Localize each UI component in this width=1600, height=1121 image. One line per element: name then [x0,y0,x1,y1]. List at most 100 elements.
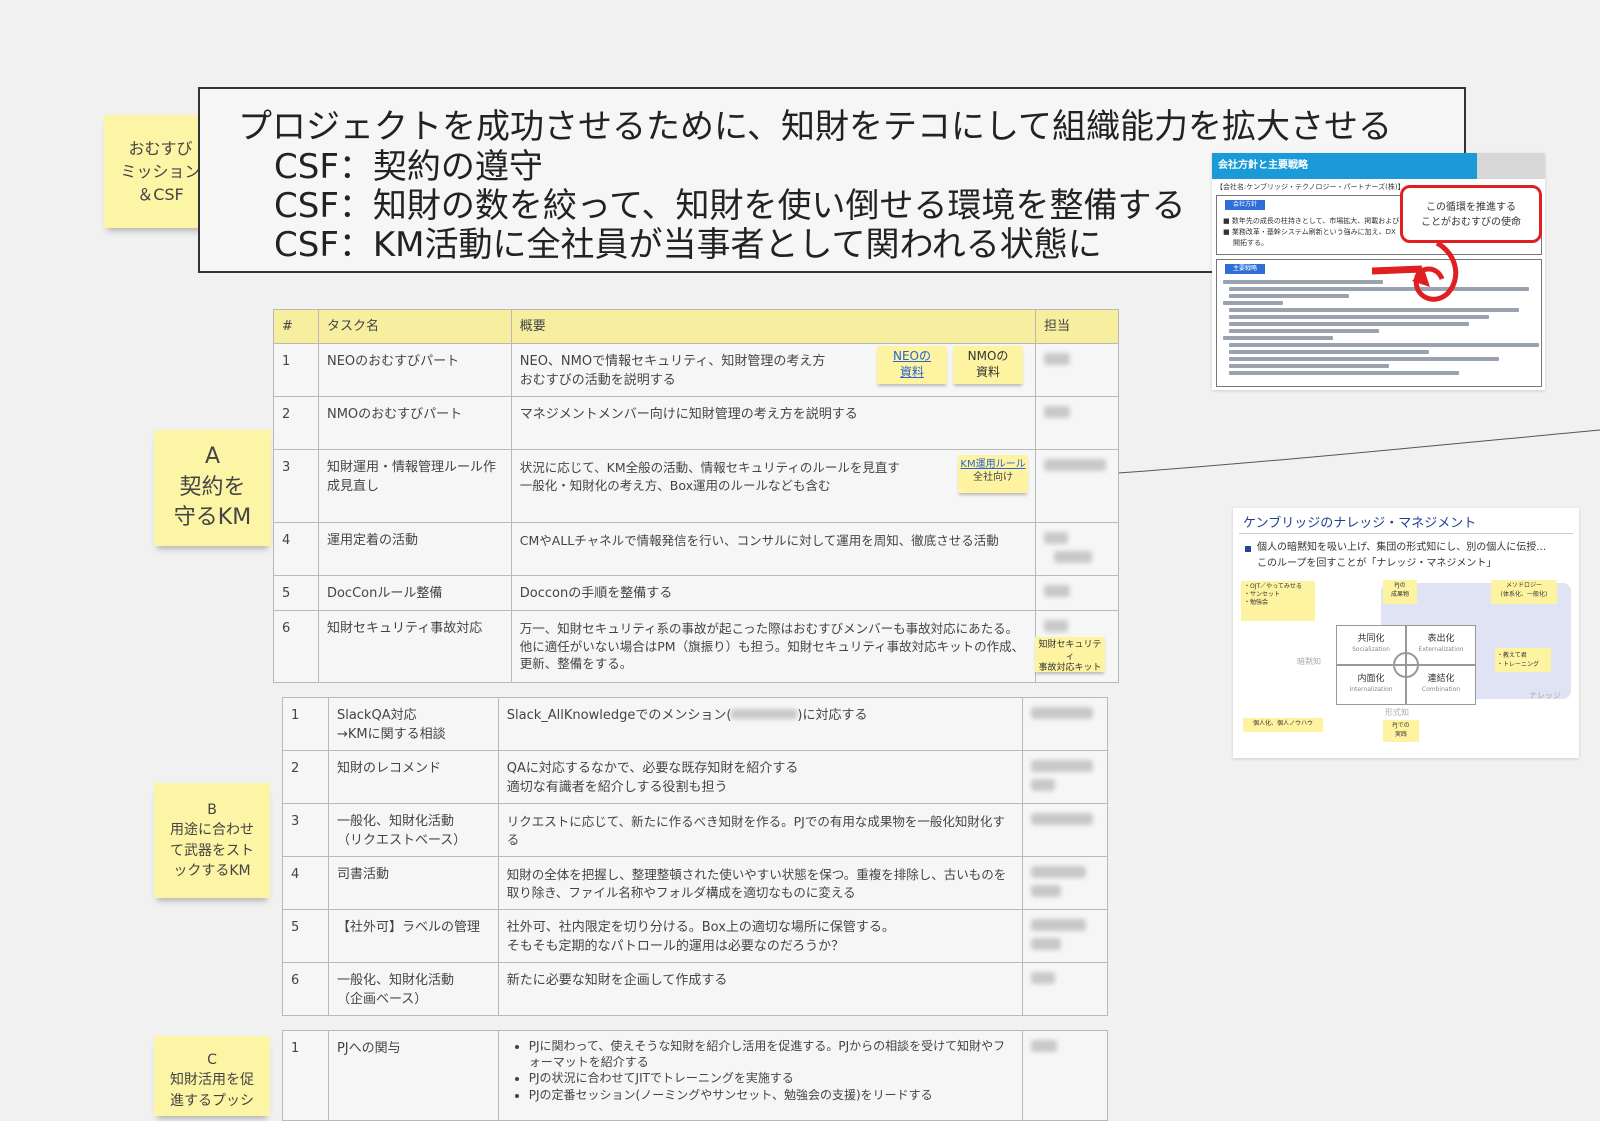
incident-kit-note[interactable]: 知財セキュリティ 事故対応キット [1035,637,1105,673]
section-b-sticky[interactable]: B 用途に合わせ て武器をスト ックするKM [154,783,270,898]
km-note: メソドロジー (体系化、一般化) [1491,580,1557,604]
table-row[interactable]: 4 司書活動 知財の全体を把握し、整理整頓された使いやすい状態を保つ。重複を排除… [282,856,1109,910]
nmo-doc-note[interactable]: NMOの 資料 [953,346,1023,384]
col-header-owner: 担当 [1034,309,1120,344]
col-header-num: # [273,309,319,344]
row-num: 2 [282,750,329,804]
row-summary: CMやALLチャネルで情報発信を行い、コンサルに対して運用を周知、徹底させる活動 [510,522,1036,576]
row-summary: PJに関わって、使えそうな知財を紹介し活用を促進する。PJからの相談を受けて知財… [497,1030,1024,1121]
row-task: 運用定着の活動 [317,522,512,576]
row-num: 1 [282,697,329,751]
row-task: 一般化、知財化活動 （企画ベース） [327,962,499,1016]
row-summary: 状況に応じて、KM全般の活動、情報セキュリティのルールを見直す 一般化・知財化の… [510,449,1036,523]
connector-line [1090,429,1600,476]
section-a-sticky[interactable]: A 契約を 守るKM [154,430,271,546]
table-row[interactable]: 4 運用定着の活動 CMやALLチャネルで情報発信を行い、コンサルに対して運用を… [273,522,1120,576]
section-c-sticky[interactable]: C 知財活用を促 進するプッシ [154,1036,270,1116]
policy-bullet-3: 開拓する。 [1233,239,1268,247]
row-owner [1021,909,1109,963]
row-num: 4 [273,522,319,576]
km-note: ・教えて君 ・トレーニング [1495,648,1551,672]
table-row[interactable]: 6 一般化、知財化活動 （企画ベース） 新たに必要な知財を企画して作成する [282,962,1109,1016]
col-header-task: タスク名 [317,309,512,344]
km-slide-title: ケンブリッジのナレッジ・マネジメント [1243,516,1477,531]
csf-3: CSF：KM活動に全社員が当事者として関われる状態に [274,225,1102,265]
row-num: 6 [273,610,319,683]
row-task: SlackQA対応 →KMに関する相談 [327,697,499,751]
row-num: 3 [273,449,319,523]
policy-slide-header-gray [1477,153,1545,179]
row-task: 【社外可】ラベルの管理 [327,909,499,963]
row-num: 6 [282,962,329,1016]
summary-bullet: PJの定番セッション(ノーミングやサンセット、勉強会の支援)をリードする [529,1087,1014,1103]
callout-arrow-icon [1371,240,1459,302]
row-owner [1022,1030,1108,1121]
row-owner [1034,343,1120,397]
row-owner [1021,962,1109,1016]
row-summary: マネジメントメンバー向けに知財管理の考え方を説明する [510,396,1036,450]
km-slide-rule [1239,533,1573,534]
table-row[interactable]: 1 SlackQA対応 →KMに関する相談 Slack_AllKnowledge… [282,697,1109,751]
policy-callout: この循環を推進する ことがおむすびの使命 [1400,185,1542,243]
row-summary: Docconの手順を整備する [510,575,1036,611]
row-owner [1021,856,1109,910]
table-row[interactable]: 3 一般化、知財化活動 （リクエストベース） リクエストに応じて、新たに作るべき… [282,803,1109,857]
row-num: 1 [282,1030,329,1121]
row-num: 5 [273,575,319,611]
km-label-explicit: 形式知 [1385,708,1409,717]
row-summary: 社外可、社内限定を切り分ける。Box上の適切な場所に保管する。 そもそも定期的な… [497,909,1023,963]
policy-tag-1: 会社方針 [1225,200,1265,210]
summary-text: )に対応する [797,708,868,723]
row-num: 1 [273,343,319,397]
row-summary: 万一、知財セキュリティ系の事故が起こった際はおむすびメンバーも事故対応にあたる。… [510,610,1036,683]
km-rule-link[interactable]: KM運用ルール [960,459,1025,470]
col-header-summary: 概要 [510,309,1036,344]
km-label-tacit: 暗黙知 [1297,657,1321,666]
km-note: 個人化、個人ノウハウ [1243,718,1323,732]
row-task: PJへの関与 [327,1030,499,1121]
task-table-c: 1 PJへの関与 PJに関わって、使えそうな知財を紹介し活用を促進する。PJから… [282,1030,1108,1121]
km-slide-thumbnail[interactable]: ケンブリッジのナレッジ・マネジメント 個人の暗黙知を吸い上げ、集団の形式知にし、… [1233,508,1579,758]
summary-bullet: PJに関わって、使えそうな知財を紹介し活用を促進する。PJからの相談を受けて知財… [529,1038,1014,1070]
summary-bullets: PJに関わって、使えそうな知財を紹介し活用を促進する。PJからの相談を受けて知財… [515,1038,1014,1103]
row-num: 5 [282,909,329,963]
row-owner [1034,449,1120,523]
row-task: DocConルール整備 [317,575,512,611]
row-summary: 新たに必要な知財を企画して作成する [497,962,1023,1016]
km-note: ・OJT／やってみせる ・サンセット ・勉強会 [1241,581,1315,621]
row-task: 司書活動 [327,856,499,910]
row-num: 2 [273,396,319,450]
table-row[interactable]: 5 DocConルール整備 Docconの手順を整備する [273,575,1120,611]
row-owner [1021,803,1109,857]
policy-company-name: 【会社名:ケンブリッジ・テクノロジー・パートナーズ(株)】 [1216,183,1405,191]
table-row[interactable]: 5 【社外可】ラベルの管理 社外可、社内限定を切り分ける。Box上の適切な場所に… [282,909,1109,963]
neo-doc-link[interactable]: NEOの 資料 [893,349,931,379]
table-row[interactable]: 6 知財セキュリティ事故対応 万一、知財セキュリティ系の事故が起こった際はおむす… [273,610,1120,683]
table-row[interactable]: 1 PJへの関与 PJに関わって、使えそうな知財を紹介し活用を促進する。PJから… [282,1030,1108,1121]
row-task: 知財のレコメンド [327,750,499,804]
km-rule-note[interactable]: KM運用ルール 全社向け [958,455,1028,493]
km-slide-bullet: 個人の暗黙知を吸い上げ、集団の形式知にし、別の個人に伝授… このループを回すこと… [1257,542,1547,569]
row-owner [1021,750,1109,804]
summary-bullet: PJの状況に合わせてJITでトレーニングを実施する [529,1070,1014,1086]
neo-doc-note[interactable]: NEOの 資料 [877,346,947,384]
policy-tag-2: 主要戦略 [1225,264,1265,274]
row-summary: 知財の全体を把握し、整理整頓された使いやすい状態を保つ。重複を排除し、古いものを… [497,856,1023,910]
row-summary: Slack_AllKnowledgeでのメンション()に対応する [497,697,1023,751]
km-label-knowledge: ナレッジ [1529,691,1561,700]
row-owner [1034,396,1120,450]
row-summary: QAに対応するなかで、必要な既存知財を紹介する 適切な有識者を紹介しする役割も担… [497,750,1023,804]
row-task: NEOのおむすびパート [317,343,512,397]
row-owner [1021,697,1109,751]
row-owner [1034,522,1120,576]
policy-bullet-1: ■ 数年先の成長の柱持きとして、市場拡大、掲載および [1223,217,1400,225]
table-row[interactable]: 2 NMOのおむすびパート マネジメントメンバー向けに知財管理の考え方を説明する [273,396,1120,450]
row-task: 知財運用・情報管理ルール作成見直し [317,449,512,523]
row-task: 知財セキュリティ事故対応 [317,610,512,683]
policy-slide-thumbnail[interactable]: 会社方針と主要戦略 【会社名:ケンブリッジ・テクノロジー・パートナーズ(株)】 … [1212,153,1545,390]
policy-bullet-2: ■ 業務改革・基幹システム刷新という強みに加え、DX [1223,228,1396,236]
table-row[interactable]: 2 知財のレコメンド QAに対応するなかで、必要な既存知財を紹介する 適切な有識… [282,750,1109,804]
row-num: 3 [282,803,329,857]
row-owner [1034,575,1120,611]
row-num: 4 [282,856,329,910]
